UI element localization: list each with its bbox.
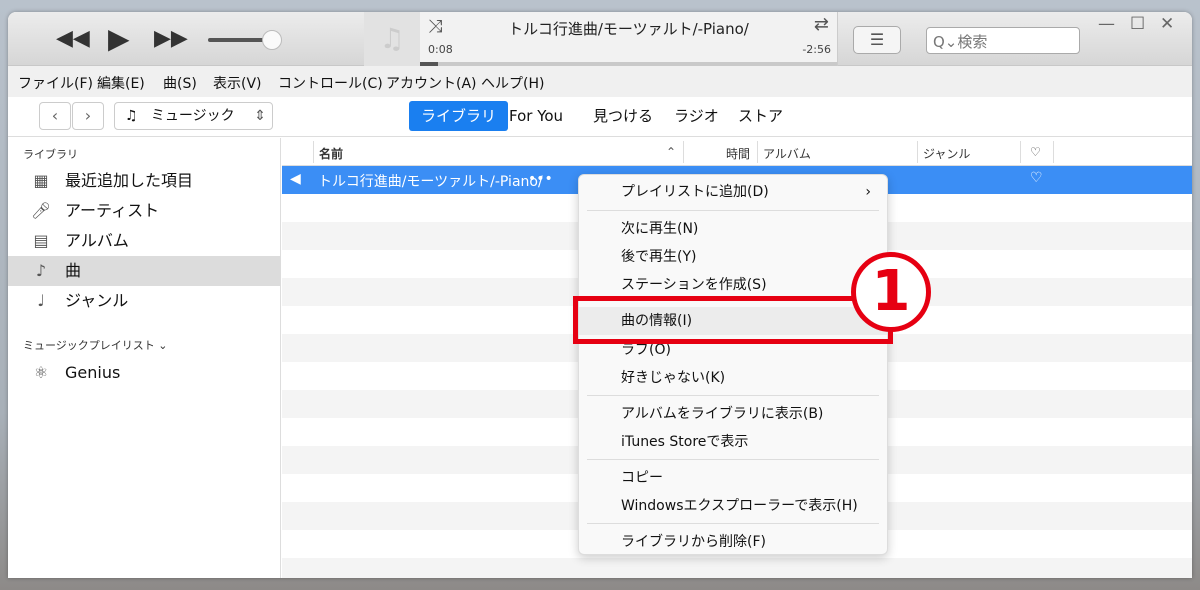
sidebar-item-recently-added[interactable]: ▦ 最近追加した項目 — [8, 166, 281, 196]
sort-ascending-icon[interactable]: ⌃ — [666, 145, 676, 159]
player-toolbar: ◀◀ ▶ ▶▶ ♫ ⤨ トルコ行進曲/モーツァルト/-Piano/ 0:08 ⇄… — [8, 12, 1192, 66]
tab-for-you[interactable]: For You — [497, 101, 575, 131]
menu-item-delete[interactable]: ライブラリから削除(F) — [579, 528, 887, 556]
menu-help[interactable]: ヘルプ(H) — [481, 73, 544, 93]
highlight-box — [573, 296, 893, 344]
rewind-button[interactable]: ◀◀ — [56, 26, 90, 51]
sidebar-playlists-header[interactable]: ミュージックプレイリスト ⌄ — [23, 337, 168, 353]
maximize-button[interactable]: ☐ — [1130, 14, 1145, 34]
search-placeholder: 検索 — [957, 33, 988, 51]
column-name[interactable]: 名前 — [319, 145, 343, 162]
menu-item-play-later[interactable]: 後で再生(Y) — [579, 243, 887, 271]
menu-item-copy[interactable]: コピー — [579, 464, 887, 492]
menu-item-show-in-store[interactable]: iTunes Storeで表示 — [579, 428, 887, 456]
speaker-icon: ◀ — [290, 171, 301, 187]
atom-icon: ⚛ — [33, 363, 49, 382]
sidebar-item-label: アルバム — [65, 231, 129, 250]
context-menu: プレイリストに追加(D) › 次に再生(N) 後で再生(Y) ステーションを作成(… — [578, 174, 888, 555]
volume-slider[interactable] — [208, 38, 268, 42]
minimize-button[interactable]: — — [1098, 14, 1115, 34]
menu-edit[interactable]: 編集(E) — [97, 73, 145, 93]
volume-knob[interactable] — [262, 30, 282, 50]
sidebar-item-label: Genius — [65, 363, 121, 382]
table-header: 名前 ⌃ 時間 アルバム ジャンル ♡ — [282, 138, 1192, 166]
sidebar-library-header: ライブラリ — [23, 148, 78, 161]
column-love[interactable]: ♡ — [1030, 145, 1041, 159]
column-time[interactable]: 時間 — [726, 145, 750, 162]
tab-radio[interactable]: ラジオ — [662, 101, 731, 131]
sidebar-item-label: ジャンル — [65, 291, 129, 310]
close-button[interactable]: ✕ — [1160, 14, 1174, 34]
chevron-right-icon: › — [865, 184, 871, 200]
heart-icon[interactable]: ♡ — [1030, 170, 1043, 186]
calendar-icon: ▦ — [33, 171, 49, 190]
sidebar-item-label: 曲 — [65, 261, 82, 280]
more-button[interactable]: ••• — [528, 171, 553, 187]
menu-item-create-station[interactable]: ステーションを作成(S) — [579, 271, 887, 299]
updown-chevron-icon: ⇕ — [254, 108, 266, 124]
up-next-list-button[interactable]: ☰ — [853, 26, 901, 54]
menu-item-show-album[interactable]: アルバムをライブラリに表示(B) — [579, 400, 887, 428]
menu-controls[interactable]: コントロール(C) — [278, 73, 383, 93]
menu-bar: ファイル(F) 編集(E) 曲(S) 表示(V) コントロール(C) アカウント… — [8, 66, 1192, 97]
sidebar-item-genius[interactable]: ⚛ Genius — [8, 358, 281, 388]
menu-item-dislike[interactable]: 好きじゃない(K) — [579, 364, 887, 392]
sidebar-item-label: アーティスト — [65, 201, 160, 220]
forward-button[interactable]: › — [72, 102, 104, 130]
sidebar-item-genres[interactable]: ♩ ジャンル — [8, 286, 281, 316]
music-note-icon: ♫ — [364, 12, 420, 66]
menu-song[interactable]: 曲(S) — [163, 73, 197, 93]
tab-browse[interactable]: 見つける — [581, 101, 665, 131]
menu-file[interactable]: ファイル(F) — [18, 73, 93, 93]
step-number-badge: 1 — [851, 252, 931, 332]
genre-icon: ♩ — [37, 291, 45, 310]
media-label: ミュージック — [150, 108, 235, 124]
song-name: トルコ行進曲/モーツァルト/-Piano/ — [318, 174, 543, 190]
elapsed-time: 0:08 — [428, 43, 453, 56]
now-playing-display: ⤨ トルコ行進曲/モーツァルト/-Piano/ 0:08 ⇄ -2:56 — [420, 12, 838, 66]
menu-item-add-to-playlist[interactable]: プレイリストに追加(D) › — [579, 178, 887, 206]
tab-store[interactable]: ストア — [726, 101, 795, 131]
sidebar-item-albums[interactable]: ▤ アルバム — [8, 226, 281, 256]
play-button[interactable]: ▶ — [108, 22, 130, 55]
music-note-icon: ♫ — [125, 108, 138, 124]
sidebar-item-artists[interactable]: 🎤︎ アーティスト — [8, 196, 281, 226]
menu-view[interactable]: 表示(V) — [213, 73, 262, 93]
menu-item-show-in-explorer[interactable]: Windowsエクスプローラーで表示(H) — [579, 492, 887, 520]
remaining-time: -2:56 — [802, 43, 831, 56]
navigation-bar: ‹ › ♫ ミュージック ⇕ ライブラリ For You 見つける ラジオ ストア — [8, 97, 1192, 137]
microphone-icon: 🎤︎ — [30, 201, 52, 220]
album-icon: ▤ — [33, 231, 49, 250]
menu-account[interactable]: アカウント(A) — [386, 73, 477, 93]
fast-forward-button[interactable]: ▶▶ — [154, 26, 188, 51]
sidebar-item-songs[interactable]: ♪ 曲 — [8, 256, 281, 286]
media-selector[interactable]: ♫ ミュージック ⇕ — [114, 102, 273, 130]
tab-library[interactable]: ライブラリ — [409, 101, 509, 131]
search-icon: Q⌄ — [933, 33, 958, 51]
sidebar: ライブラリ ▦ 最近追加した項目 🎤︎ アーティスト ▤ アルバム ♪ 曲 ♩ ジャンル … — [8, 138, 281, 578]
column-album[interactable]: アルバム — [763, 145, 811, 162]
menu-item-play-next[interactable]: 次に再生(N) — [579, 215, 887, 243]
sidebar-item-label: 最近追加した項目 — [65, 171, 194, 190]
column-genre[interactable]: ジャンル — [923, 145, 970, 162]
search-input[interactable]: Q⌄検索 — [926, 27, 1080, 54]
note-icon: ♪ — [35, 261, 47, 280]
repeat-icon[interactable]: ⇄ — [814, 14, 829, 35]
back-button[interactable]: ‹ — [39, 102, 71, 130]
now-playing-title: トルコ行進曲/モーツァルト/-Piano/ — [508, 20, 749, 38]
